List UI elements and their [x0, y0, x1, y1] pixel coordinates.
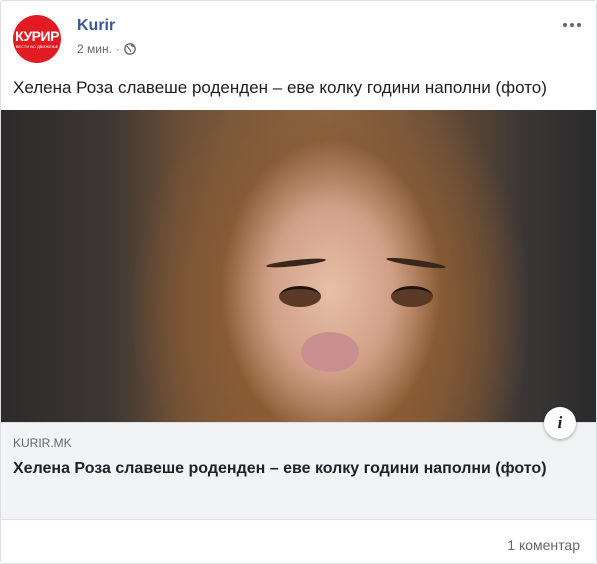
- more-options-icon[interactable]: [560, 15, 584, 35]
- avatar-logo-subtext: ВЕСТИ ВО ДВИЖЕЊЕ: [15, 43, 59, 49]
- post-message: Хелена Роза славеше роденден – еве колку…: [13, 78, 547, 97]
- avatar-logo-text: КУРИР: [15, 27, 59, 44]
- timestamp-link[interactable]: 2 мин.: [77, 41, 112, 57]
- avatar[interactable]: КУРИР ВЕСТИ ВО ДВИЖЕЊЕ: [13, 15, 61, 63]
- link-title[interactable]: Хелена Роза славеше роденден – еве колку…: [13, 457, 556, 481]
- comments-count-link[interactable]: 1 коментар: [507, 536, 580, 554]
- link-preview[interactable]: KURIR.MK Хелена Роза славеше роденден – …: [1, 422, 596, 520]
- post-card: КУРИР ВЕСТИ ВО ДВИЖЕЊЕ Kurir 2 мин. · Хе…: [0, 0, 597, 564]
- page-name-link[interactable]: Kurir: [77, 17, 115, 35]
- meta-separator: ·: [115, 42, 120, 56]
- link-preview-image[interactable]: [1, 110, 596, 422]
- globe-icon[interactable]: [124, 43, 136, 55]
- info-icon[interactable]: i: [544, 407, 576, 439]
- post-header: КУРИР ВЕСТИ ВО ДВИЖЕЊЕ Kurir 2 мин. ·: [13, 13, 584, 63]
- link-domain: KURIR.MK: [13, 436, 72, 450]
- post-meta: 2 мин. ·: [77, 41, 136, 57]
